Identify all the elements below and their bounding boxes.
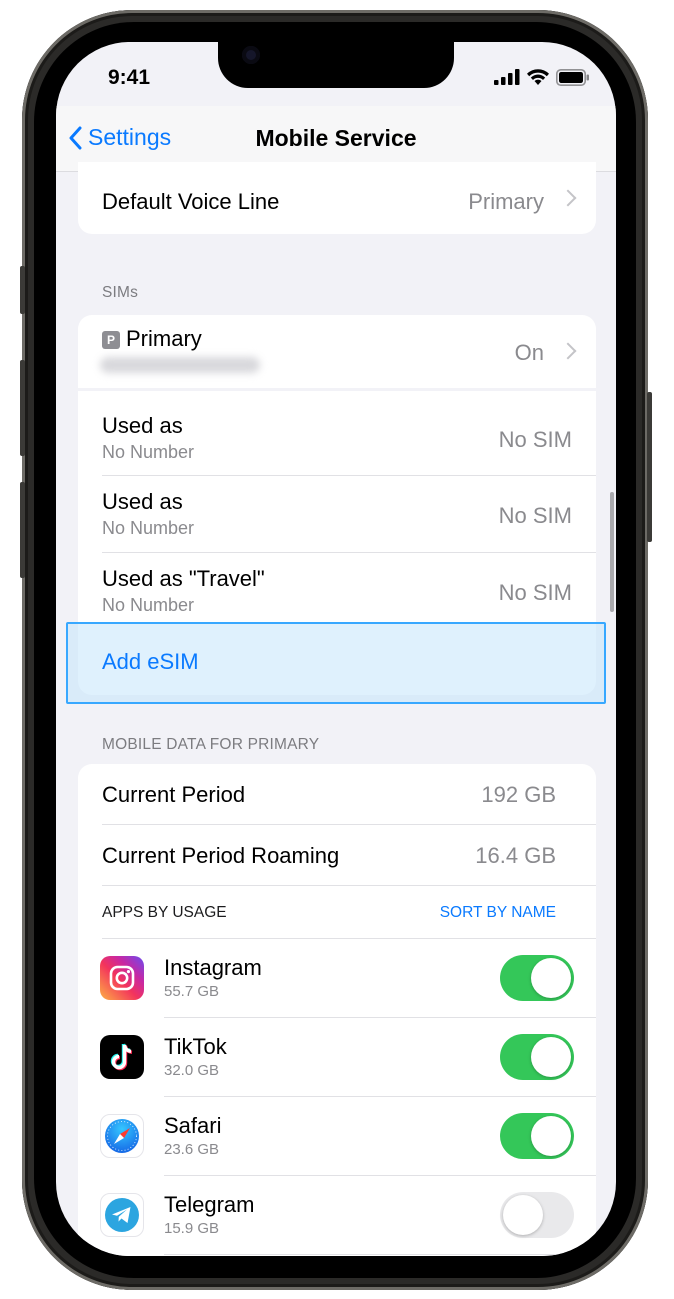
telegram-data-toggle[interactable] [500,1192,574,1238]
app-name: TikTok [164,1034,227,1059]
cellular-signal-icon [494,69,520,85]
notch [218,42,454,88]
mobile-data-group: Current Period 192 GB Current Period Roa… [78,764,596,1256]
sim-primary-value: On [514,340,544,365]
toggle-knob [531,958,571,998]
default-voice-group: Default Voice Line Primary [78,162,596,234]
toggle-knob [503,1195,543,1235]
current-period-row: Current Period 192 GB [78,764,596,824]
app-size: 55.7 GB [164,983,220,1000]
chevron-right-icon [559,342,577,360]
page-title: Mobile Service [255,125,417,151]
add-esim-button[interactable]: Add eSIM [78,627,596,695]
sim-primary-label: Primary [126,326,202,351]
side-button [647,392,652,542]
add-esim-label: Add eSIM [102,649,199,674]
redacted-number [100,357,260,373]
sim-row-value: No SIM [498,503,572,528]
roaming-label: Current Period Roaming [102,843,340,868]
sim-row-label: Used as "Travel" [102,566,265,591]
toggle-knob [531,1037,571,1077]
telegram-icon [100,1193,144,1237]
app-size: 23.6 GB [164,1141,220,1158]
sim-row-sub: No Number [102,442,195,462]
sim-row-label: Used as [102,489,183,514]
default-voice-label: Default Voice Line [102,189,280,214]
battery-icon [556,68,589,86]
apps-by-usage-header: APPS BY USAGE [102,904,227,921]
sim-row-sub: No Number [102,595,195,615]
sim-row-label: Used as [102,413,183,438]
screen: 9:41 Settings Mobile Service Default Voi… [56,42,616,1256]
sim-row-value: No SIM [498,580,572,605]
safari-icon [100,1114,144,1158]
volume-up-button [20,360,25,456]
instagram-icon [100,956,144,1000]
sim-row[interactable]: Used as No Number No SIM [78,399,596,475]
volume-down-button [20,482,25,578]
mute-switch [20,266,25,314]
app-size: 15.9 GB [164,1220,220,1237]
front-camera [242,46,260,64]
app-size: 32.0 GB [164,1062,220,1079]
roaming-value: 16.4 GB [475,843,556,868]
status-icons [494,68,590,86]
current-period-roaming-row: Current Period Roaming 16.4 GB [78,825,596,885]
sim-primary-row[interactable]: P Primary On [78,315,596,389]
tiktok-icon [100,1035,144,1079]
default-voice-value: Primary [468,189,544,214]
separator [164,1254,596,1255]
toggle-knob [531,1116,571,1156]
current-period-label: Current Period [102,782,246,807]
current-period-value: 192 GB [481,782,556,807]
sim-row[interactable]: Used as "Travel" No Number No SIM [78,553,596,629]
sim-row[interactable]: Used as No Number No SIM [78,476,596,552]
sims-header: SIMs [102,284,139,301]
app-row: Instagram 55.7 GB [78,939,596,1017]
apps-header-row: APPS BY USAGE SORT BY NAME [78,886,596,938]
wifi-icon [527,69,549,85]
app-name: Instagram [164,955,262,980]
scroll-indicator[interactable] [610,492,614,612]
app-name: Safari [164,1113,222,1138]
status-time: 9:41 [108,66,151,89]
app-row: Safari 23.6 GB [78,1097,596,1175]
group-gap [78,388,596,391]
sim-row-sub: No Number [102,518,195,538]
instagram-data-toggle[interactable] [500,955,574,1001]
app-name: Telegram [164,1192,255,1217]
safari-data-toggle[interactable] [500,1113,574,1159]
mobile-data-header: MOBILE DATA FOR PRIMARY [102,736,320,753]
tiktok-data-toggle[interactable] [500,1034,574,1080]
app-row: TikTok 32.0 GB [78,1018,596,1096]
sim-row-value: No SIM [498,427,572,452]
chevron-right-icon [559,189,577,207]
primary-badge-icon: P [102,331,120,349]
sort-by-name-button[interactable]: SORT BY NAME [440,904,556,922]
default-voice-row[interactable]: Default Voice Line Primary [78,162,596,234]
app-row: Telegram 15.9 GB [78,1176,596,1254]
